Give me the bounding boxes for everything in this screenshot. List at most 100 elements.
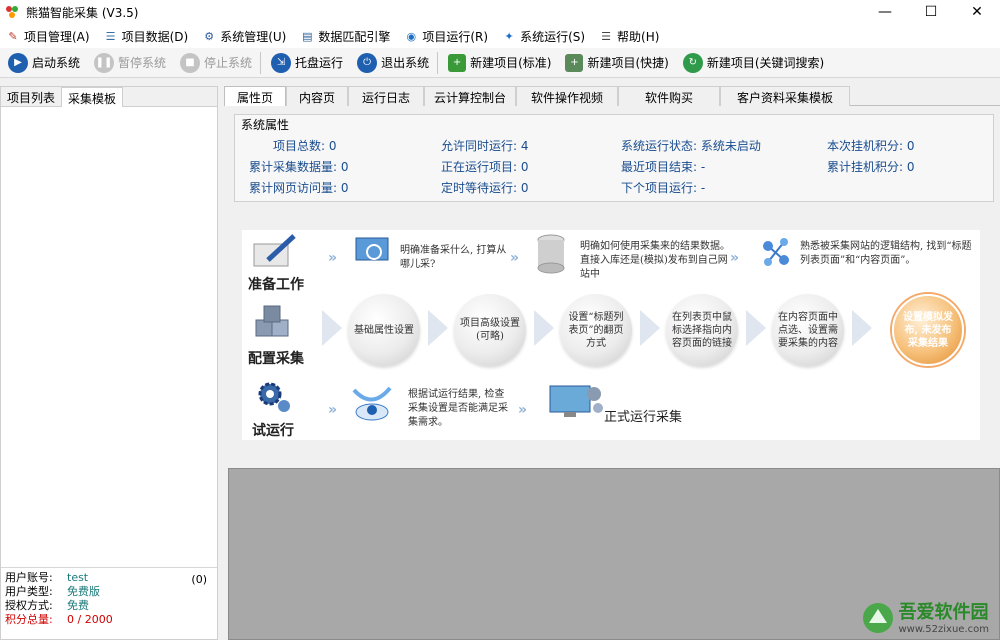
test-note: 根据试运行结果, 检查采集设置是否能满足采集需求。 [408,389,508,428]
prepare-note-2: 明确如何使用采集来的结果数据。直接入库还是(模拟)发布到自己网站中 [580,241,730,280]
app-logo-icon [6,6,18,18]
flow-arrow: » [510,250,520,266]
menu-project-run[interactable]: ◉ 项目运行(R) [398,24,496,48]
tab-video[interactable]: 软件操作视频 [516,86,618,106]
account-label: 用户账号: [5,571,53,584]
flow-arrow [746,310,766,346]
new-project-standard-button[interactable]: + 新建项目(标准) [440,49,557,77]
main-tabs: 属性页 内容页 运行日志 云计算控制台 软件操作视频 软件购买 客户资料采集模板 [224,86,1000,106]
toolbar-separator [260,51,262,74]
tab-cloud-console[interactable]: 云计算控制台 [424,86,516,106]
left-panel: 项目列表 采集模板 (0) 用户账号: test 用户类型: 免费版 授权方式: 免费… [0,86,218,640]
tab-purchase[interactable]: 软件购买 [618,86,720,106]
list-icon: ☰ [105,29,116,43]
close-button[interactable]: ✕ [954,0,1000,24]
test-title: 试运行 [252,423,294,439]
toolbar-separator [437,51,439,74]
tab-customer-template[interactable]: 客户资料采集模板 [720,86,850,106]
prepare-note-3: 熟悉被采集网站的逻辑结构, 找到“标题列表页面”和“内容页面”。 [800,241,972,266]
chart-icon: ▤ [302,29,313,43]
new-project-keyword-button[interactable]: ↻ 新建项目(关键词搜索) [675,49,830,77]
prop-total-points: 累计挂机积分: 0 [827,160,915,174]
prop-collected: 累计采集数据量: 0 [249,160,349,174]
start-system-button[interactable]: ▶ 启动系统 [0,49,86,77]
gear-icon: ⚙ [204,29,215,43]
new-project-quick-button[interactable]: + 新建项目(快捷) [557,49,674,77]
prop-visits: 累计网页访问量: 0 [249,181,349,195]
prop-total: 项目总数: 0 [273,139,337,153]
flow-arrow: » [518,402,528,418]
flow-arrow [322,310,342,346]
menu-system-run[interactable]: ✦ 系统运行(S) [496,24,593,48]
step-publish: 设置模拟发布, 未发布采集结果 [892,294,964,366]
prepare-title: 准备工作 [248,277,304,293]
network-nodes-icon [763,238,789,266]
prop-timed-wait: 定时等待运行: 0 [441,181,529,195]
config-title: 配置采集 [248,351,304,367]
play-icon: ▶ [8,52,28,73]
watermark-url: www.52zixue.com [898,624,990,635]
menu-system-manage[interactable]: ⚙ 系统管理(U) [196,24,294,48]
tab-properties[interactable]: 属性页 [224,86,286,106]
refresh-search-icon: ↻ [682,52,703,73]
tray-run-button[interactable]: ⇲ 托盘运行 [263,49,349,77]
database-icon [537,234,565,274]
user-type-value: 免费版 [67,585,100,598]
left-tabs: 项目列表 采集模板 [1,87,217,107]
points-value: 0 / 2000 [67,613,113,626]
flow-arrow [852,310,872,346]
prepare-note-1: 明确准备采什么, 打算从哪儿采? [400,245,507,270]
prop-running: 正在运行项目: 0 [441,160,529,174]
tray-icon: ⇲ [271,52,292,73]
run-icon: ✦ [504,29,514,43]
flow-arrow: » [730,250,740,266]
exit-system-button[interactable]: ⏻ 退出系统 [349,49,435,77]
menu-project-manage[interactable]: ✎ 项目管理(A) [0,24,98,48]
user-count: (0) [191,573,207,586]
tab-run-log[interactable]: 运行日志 [348,86,424,106]
menu-help[interactable]: ☰ 帮助(H) [593,24,667,48]
coffee-cup-icon [352,386,392,421]
power-icon: ⏻ [357,52,378,73]
prop-status: 系统运行状态: 系统未启动 [621,139,761,153]
globe-icon: ◉ [406,29,417,43]
cubes-icon [255,305,289,337]
help-icon: ☰ [601,29,611,43]
prop-next-run: 下个项目运行: - [621,181,706,195]
pause-system-button[interactable]: ❚❚ 暂停系统 [86,49,172,77]
points-label: 积分总量: [5,613,53,626]
stop-system-button[interactable]: ■ 停止系统 [172,49,258,77]
title-bar: 熊猫智能采集 (V3.5) — ☐ ✕ [0,0,1000,24]
menu-project-data[interactable]: ☰ 项目数据(D) [98,24,197,48]
tab-collect-template[interactable]: 采集模板 [61,87,124,107]
auth-value: 免费 [67,599,89,612]
monitor-search-icon [355,237,389,261]
prop-concurrent: 允许同时运行: 4 [441,139,529,153]
pen-paper-icon [253,234,296,267]
stop-icon: ■ [180,52,201,73]
toolbar: ▶ 启动系统 ❚❚ 暂停系统 ■ 停止系统 ⇲ 托盘运行 ⏻ 退出系统 + 新建项目(标准)… [0,48,1000,78]
user-type-label: 用户类型: [5,585,53,598]
flow-arrow [640,310,660,346]
monitor-gears-icon [549,385,603,417]
flow-arrow [534,310,554,346]
menu-data-match[interactable]: ▤ 数据匹配引擎 [294,24,398,48]
gears-icon [258,382,290,412]
flow-arrow: » [328,250,338,266]
flow-arrow: » [328,402,338,418]
minimize-button[interactable]: — [862,0,908,24]
maximize-button[interactable]: ☐ [908,0,954,24]
formal-run-label: 正式运行采集 [604,410,683,425]
window-title: 熊猫智能采集 (V3.5) [26,5,139,20]
pause-icon: ❚❚ [94,52,115,73]
step-select-links: 在列表页中鼠标选择指向内容页面的链接 [666,294,738,366]
quick-project-icon: + [565,53,584,72]
tools-icon: ✎ [8,29,18,43]
flow-arrow [428,310,448,346]
step-basic-settings: 基础属性设置 [348,294,420,366]
system-properties-box: 系统属性 项目总数: 0 允许同时运行: 4 系统运行状态: 系统未启动 本次挂… [234,114,994,202]
tab-content[interactable]: 内容页 [286,86,348,106]
tab-project-list[interactable]: 项目列表 [1,87,61,107]
step-select-content: 在内容页面中点选、设置需要采集的内容 [772,294,844,366]
new-project-icon: + [448,53,467,72]
